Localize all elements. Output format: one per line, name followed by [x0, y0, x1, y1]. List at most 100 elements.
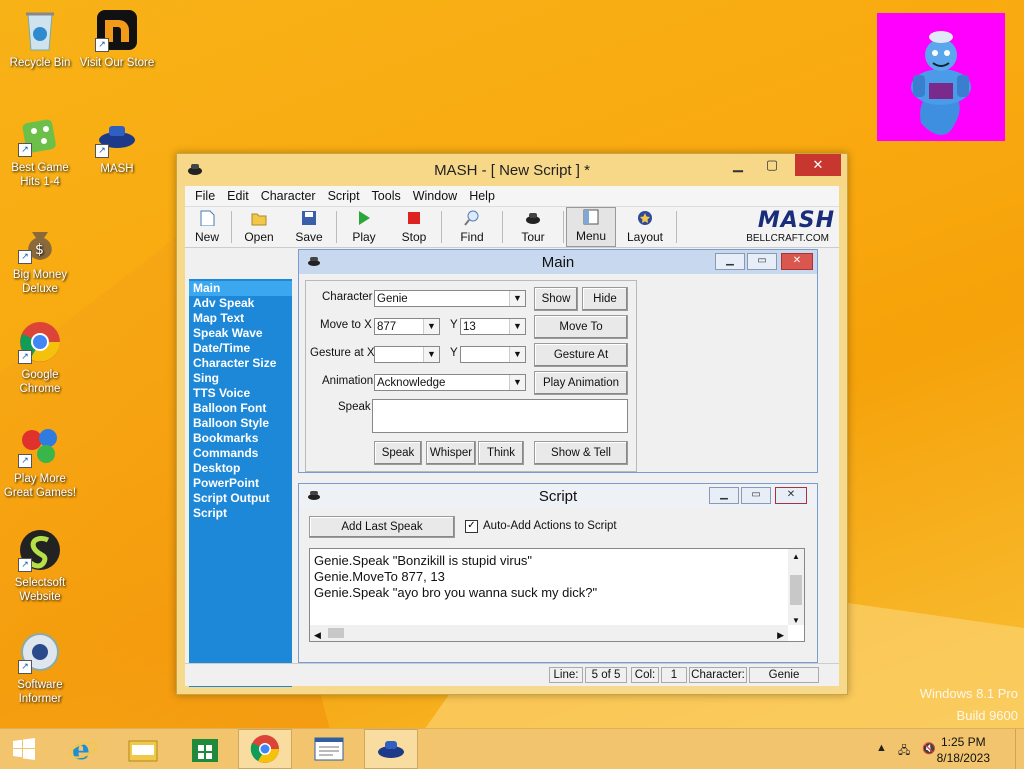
nav-item-script-output[interactable]: Script Output	[189, 491, 292, 506]
show-and-tell-button[interactable]: Show & Tell	[534, 441, 628, 465]
nav-item-powerpoint[interactable]: PowerPoint	[189, 476, 292, 491]
clock-time: 1:25 PM	[940, 735, 986, 749]
chevron-down-icon[interactable]: ▼	[509, 347, 525, 362]
scroll-right-icon[interactable]: ▶	[777, 627, 784, 643]
main-panel-titlebar[interactable]: Main ▁ ▭ ✕	[299, 250, 817, 274]
nav-item-desktop[interactable]: Desktop	[189, 461, 292, 476]
desktop-icon-best-game-hits[interactable]: ↗ Best Game Hits 1-4	[0, 113, 80, 189]
nav-item-balloon-font[interactable]: Balloon Font	[189, 401, 292, 416]
scroll-left-icon[interactable]: ◀	[314, 627, 321, 643]
desktop-icon-google-chrome[interactable]: ↗ Google Chrome	[0, 320, 80, 396]
script-close-button[interactable]: ✕	[775, 487, 807, 504]
maximize-button[interactable]: ▢	[757, 154, 787, 176]
taskbar-clock[interactable]: 1:25 PM 8/18/2023	[937, 734, 990, 766]
desktop-icon-visit-store[interactable]: ↗ Visit Our Store	[77, 8, 157, 70]
speak-input[interactable]	[372, 399, 628, 433]
script-restore-button[interactable]: ▭	[741, 487, 771, 504]
auto-add-checkbox[interactable]: ✓	[465, 520, 478, 533]
gesture-x-select[interactable]: ▼	[374, 346, 440, 363]
hscroll-thumb[interactable]	[328, 628, 344, 638]
chevron-down-icon[interactable]: ▼	[423, 347, 439, 362]
scroll-thumb[interactable]	[790, 575, 802, 605]
desktop-icon-software-informer[interactable]: ↗ Software Informer	[0, 630, 80, 706]
main-minimize-button[interactable]: ▁	[715, 253, 745, 270]
find-button[interactable]: Find	[444, 207, 500, 247]
menu-tools[interactable]: Tools	[366, 189, 407, 203]
nav-item-date-time[interactable]: Date/Time	[189, 341, 292, 356]
save-button[interactable]: Save	[284, 207, 334, 247]
window-titlebar[interactable]: MASH - [ New Script ] * ▁ ▢ ✕	[177, 154, 847, 186]
layout-button[interactable]: Layout	[616, 207, 674, 247]
nav-item-speak-wave[interactable]: Speak Wave	[189, 326, 292, 341]
menu-character[interactable]: Character	[255, 189, 322, 203]
genie-character[interactable]	[877, 13, 1005, 141]
taskbar-notepad-app[interactable]	[302, 729, 356, 769]
taskbar-chrome[interactable]	[238, 729, 292, 769]
main-close-button[interactable]: ✕	[781, 253, 813, 270]
hide-button[interactable]: Hide	[582, 287, 628, 311]
menu-script[interactable]: Script	[322, 189, 366, 203]
menu-window[interactable]: Window	[407, 189, 463, 203]
new-button[interactable]: New	[185, 207, 229, 247]
menu-help[interactable]: Help	[463, 189, 501, 203]
script-minimize-button[interactable]: ▁	[709, 487, 739, 504]
taskbar-file-explorer[interactable]	[116, 729, 170, 769]
minimize-button[interactable]: ▁	[723, 154, 753, 176]
chevron-down-icon[interactable]: ▼	[423, 319, 439, 334]
whisper-button[interactable]: Whisper	[426, 441, 476, 465]
speak-button[interactable]: Speak	[374, 441, 422, 465]
think-button[interactable]: Think	[478, 441, 524, 465]
stop-button[interactable]: Stop	[389, 207, 439, 247]
network-icon[interactable]: 🖧	[898, 742, 910, 761]
desktop-icon-recycle-bin[interactable]: Recycle Bin	[0, 8, 80, 70]
menu-toggle-button[interactable]: Menu	[566, 207, 616, 247]
main-restore-button[interactable]: ▭	[747, 253, 777, 270]
desktop-icon-mash[interactable]: ↗ MASH	[77, 118, 157, 176]
add-last-speak-button[interactable]: Add Last Speak	[309, 516, 455, 538]
nav-item-character-size[interactable]: Character Size	[189, 356, 292, 371]
script-panel-titlebar[interactable]: Script ▁ ▭ ✕	[299, 484, 817, 508]
taskbar-mash[interactable]	[364, 729, 418, 769]
nav-item-bookmarks[interactable]: Bookmarks	[189, 431, 292, 446]
gesture-at-button[interactable]: Gesture At	[534, 343, 628, 367]
gesture-y-select[interactable]: ▼	[460, 346, 526, 363]
chevron-down-icon[interactable]: ▼	[509, 375, 525, 390]
taskbar-internet-explorer[interactable]: e	[56, 729, 110, 769]
scroll-up-icon[interactable]: ▲	[788, 549, 804, 565]
show-desktop-button[interactable]	[1015, 729, 1024, 769]
chevron-down-icon[interactable]: ▼	[509, 319, 525, 334]
show-hidden-icons[interactable]: ▲	[876, 742, 887, 754]
tour-button[interactable]: Tour	[505, 207, 561, 247]
nav-item-map-text[interactable]: Map Text	[189, 311, 292, 326]
horizontal-scrollbar[interactable]: ◀ ▶	[310, 625, 788, 641]
close-button[interactable]: ✕	[795, 154, 841, 176]
play-animation-button[interactable]: Play Animation	[534, 371, 628, 395]
open-button[interactable]: Open	[234, 207, 284, 247]
script-editor[interactable]: Genie.Speak "Bonzikill is stupid virus" …	[309, 548, 805, 642]
start-button[interactable]	[0, 729, 48, 769]
move-to-button[interactable]: Move To	[534, 315, 628, 339]
chevron-down-icon[interactable]: ▼	[509, 291, 525, 306]
nav-item-main[interactable]: Main	[189, 281, 292, 296]
menu-file[interactable]: File	[189, 189, 221, 203]
animation-select[interactable]: Acknowledge ▼	[374, 374, 526, 391]
nav-item-adv-speak[interactable]: Adv Speak	[189, 296, 292, 311]
nav-item-commands[interactable]: Commands	[189, 446, 292, 461]
desktop-icon-selectsoft[interactable]: ↗ Selectsoft Website	[0, 528, 80, 604]
menu-edit[interactable]: Edit	[221, 189, 255, 203]
nav-item-balloon-style[interactable]: Balloon Style	[189, 416, 292, 431]
desktop-icon-play-more-games[interactable]: ↗ Play More Great Games!	[0, 424, 80, 500]
nav-item-tts-voice[interactable]: TTS Voice	[189, 386, 292, 401]
volume-muted-icon[interactable]: 🔇	[922, 742, 936, 755]
play-button[interactable]: Play	[339, 207, 389, 247]
move-y-select[interactable]: 13 ▼	[460, 318, 526, 335]
move-x-select[interactable]: 877 ▼	[374, 318, 440, 335]
show-button[interactable]: Show	[534, 287, 578, 311]
vertical-scrollbar[interactable]: ▲ ▼	[788, 549, 804, 625]
scroll-down-icon[interactable]: ▼	[788, 613, 804, 629]
taskbar-store[interactable]	[178, 729, 232, 769]
desktop-icon-big-money[interactable]: $ ↗ Big Money Deluxe	[0, 220, 80, 296]
nav-item-sing[interactable]: Sing	[189, 371, 292, 386]
nav-item-script[interactable]: Script	[189, 506, 292, 521]
character-select[interactable]: Genie ▼	[374, 290, 526, 307]
